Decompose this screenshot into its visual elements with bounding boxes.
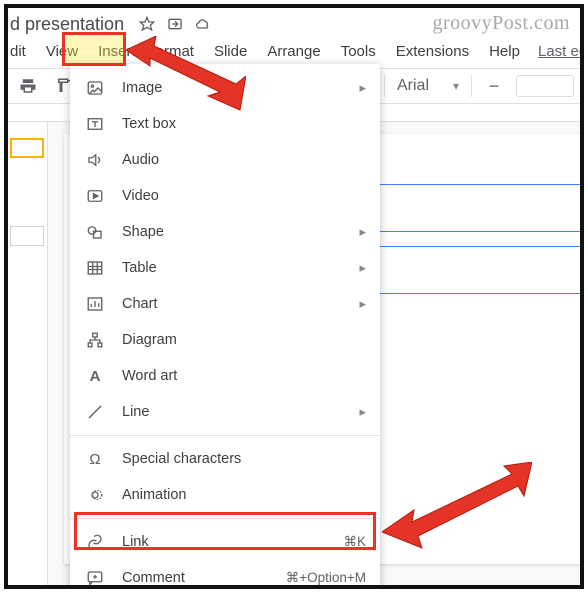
insert-menu-dropdown: Image ▸ Text box Audio Video Shape ▸ Tab… xyxy=(70,64,380,589)
decrease-icon[interactable]: − xyxy=(480,72,508,100)
chart-icon xyxy=(84,295,106,313)
print-icon[interactable] xyxy=(14,72,42,100)
last-edit-link[interactable]: Last edit was sec xyxy=(538,43,584,60)
font-selector[interactable]: Arial▾ xyxy=(393,77,463,95)
menu-item-comment[interactable]: Comment ⌘+Option+M xyxy=(70,560,380,589)
omega-icon: Ω xyxy=(84,451,106,468)
animation-icon xyxy=(84,486,106,504)
menu-item-link[interactable]: Link ⌘K xyxy=(70,524,380,560)
menu-item-table[interactable]: Table ▸ xyxy=(70,250,380,286)
textbox-icon xyxy=(84,115,106,133)
image-icon xyxy=(84,79,106,97)
move-icon[interactable] xyxy=(166,15,184,33)
audio-icon xyxy=(84,151,106,169)
menu-item-image[interactable]: Image ▸ xyxy=(70,70,380,106)
diagram-icon xyxy=(84,331,106,349)
menu-help[interactable]: Help xyxy=(479,40,530,63)
menu-item-special-characters[interactable]: Ω Special characters xyxy=(70,441,380,477)
menu-insert[interactable]: Insert xyxy=(88,40,146,63)
menu-item-diagram[interactable]: Diagram xyxy=(70,322,380,358)
cloud-icon[interactable] xyxy=(194,15,212,33)
shortcut-label: ⌘K xyxy=(343,534,366,550)
star-icon[interactable] xyxy=(138,15,156,33)
separator xyxy=(384,75,385,97)
watermark: groovyPost.com xyxy=(432,12,570,35)
menu-item-shape[interactable]: Shape ▸ xyxy=(70,214,380,250)
menu-bar: dit View Insert ormat Slide Arrange Tool… xyxy=(8,38,580,64)
submenu-arrow-icon: ▸ xyxy=(359,260,366,276)
menu-edit[interactable]: dit xyxy=(8,40,36,63)
menu-item-textbox[interactable]: Text box xyxy=(70,106,380,142)
menu-view[interactable]: View xyxy=(36,40,88,63)
menu-tools[interactable]: Tools xyxy=(331,40,386,63)
menu-item-chart[interactable]: Chart ▸ xyxy=(70,286,380,322)
menu-item-wordart[interactable]: A Word art xyxy=(70,358,380,394)
video-icon xyxy=(84,187,106,205)
menu-format[interactable]: ormat xyxy=(146,40,204,63)
slide-thumbnail[interactable] xyxy=(10,138,44,158)
wordart-icon: A xyxy=(84,368,106,385)
separator xyxy=(471,75,472,97)
table-icon xyxy=(84,259,106,277)
link-icon xyxy=(84,533,106,551)
menu-divider xyxy=(70,435,380,436)
doc-title[interactable]: d presentation xyxy=(10,14,124,35)
menu-item-audio[interactable]: Audio xyxy=(70,142,380,178)
shortcut-label: ⌘+Option+M xyxy=(286,570,366,586)
submenu-arrow-icon: ▸ xyxy=(359,404,366,420)
line-icon xyxy=(84,403,106,421)
slide-thumbnail[interactable] xyxy=(10,226,44,246)
menu-item-line[interactable]: Line ▸ xyxy=(70,394,380,430)
submenu-arrow-icon: ▸ xyxy=(359,296,366,312)
comment-icon xyxy=(84,569,106,587)
slide-panel xyxy=(8,122,48,585)
menu-arrange[interactable]: Arrange xyxy=(257,40,330,63)
menu-item-animation[interactable]: Animation xyxy=(70,477,380,513)
menu-extensions[interactable]: Extensions xyxy=(386,40,479,63)
fontsize-input[interactable] xyxy=(516,75,574,97)
submenu-arrow-icon: ▸ xyxy=(359,80,366,96)
menu-slide[interactable]: Slide xyxy=(204,40,257,63)
menu-divider xyxy=(70,518,380,519)
menu-item-video[interactable]: Video xyxy=(70,178,380,214)
submenu-arrow-icon: ▸ xyxy=(359,224,366,240)
shape-icon xyxy=(84,223,106,241)
